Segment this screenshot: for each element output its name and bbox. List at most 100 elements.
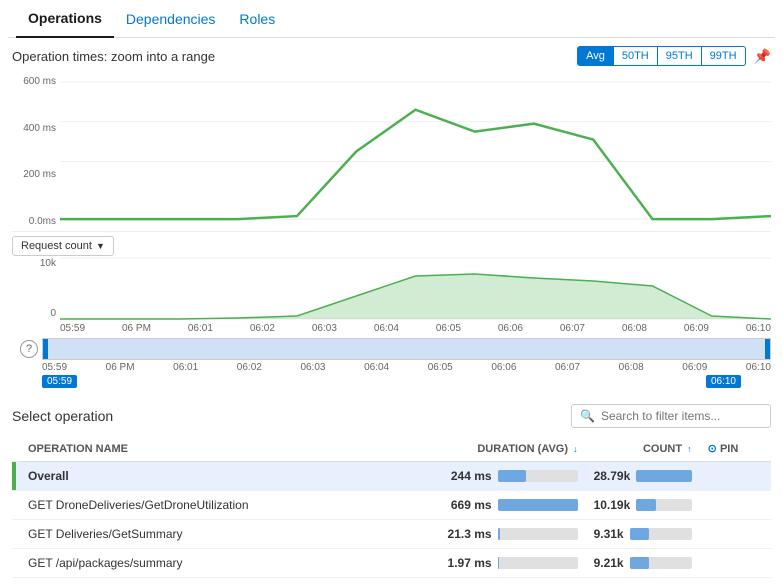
main-chart-container: 600 ms 400 ms 200 ms 0.0ms — [12, 72, 771, 232]
range-time-7: 06:06 — [491, 362, 516, 373]
table-header-row: OPERATION NAME DURATION (AVG) ↓ COUNT ↑ … — [12, 436, 771, 462]
percentile-controls: Avg 50TH 95TH 99TH 📌 — [577, 46, 771, 66]
range-labels-row: 05:59 06:10 — [12, 375, 771, 388]
select-section: Select operation 🔍 OPERATION NAME DURATI… — [0, 392, 783, 584]
row-pin[interactable] — [700, 520, 771, 549]
range-time-8: 06:07 — [555, 362, 580, 373]
time-label-3: 06:02 — [250, 323, 275, 334]
time-label-1: 06 PM — [122, 323, 151, 334]
range-time-0: 05:59 — [42, 362, 67, 373]
row-pin[interactable] — [700, 549, 771, 578]
indicator-col — [12, 436, 20, 462]
row-pin[interactable] — [700, 462, 771, 491]
tab-bar: Operations Dependencies Roles — [8, 0, 775, 38]
sort-count-icon: ↑ — [687, 444, 692, 454]
sort-duration-icon: ↓ — [573, 444, 578, 454]
range-time-3: 06:02 — [237, 362, 262, 373]
time-label-6: 06:05 — [436, 323, 461, 334]
row-count: 9.31k — [586, 520, 700, 549]
row-count: 10.19k — [586, 491, 700, 520]
range-time-4: 06:03 — [300, 362, 325, 373]
range-time-9: 06:08 — [619, 362, 644, 373]
time-label-5: 06:04 — [374, 323, 399, 334]
y-label-600: 600 ms — [12, 76, 60, 87]
table-row[interactable]: GET /api/packages/summary 1.97 ms 9.21k — [12, 549, 771, 578]
time-label-11: 06:10 — [746, 323, 771, 334]
time-label-4: 06:03 — [312, 323, 337, 334]
range-end-label: 06:10 — [706, 375, 741, 388]
percentile-btns: Avg 50TH 95TH 99TH — [577, 46, 745, 66]
time-label-9: 06:08 — [622, 323, 647, 334]
dropdown-label: Request count — [21, 240, 92, 252]
row-duration: 669 ms — [357, 491, 585, 520]
row-count: 9.21k — [586, 549, 700, 578]
chart-area — [60, 72, 771, 231]
range-time-10: 06:09 — [682, 362, 707, 373]
row-name: GET Deliveries/GetSummary — [20, 520, 357, 549]
row-pin[interactable] — [700, 491, 771, 520]
range-time-2: 06:01 — [173, 362, 198, 373]
select-header: Select operation 🔍 — [12, 404, 771, 428]
row-name: GET /api/packages/summary — [20, 549, 357, 578]
row-count: 28.79k — [586, 462, 700, 491]
table-row[interactable]: GET Deliveries/GetSummary 21.3 ms 9.31k — [12, 520, 771, 549]
tab-roles[interactable]: Roles — [227, 1, 287, 37]
dropdown-chevron-icon: ▼ — [96, 241, 105, 251]
col-duration[interactable]: DURATION (AVG) ↓ — [357, 436, 585, 462]
row-indicator-cell — [12, 462, 20, 491]
mini-chart-label-row: Request count ▼ — [12, 232, 771, 256]
search-input[interactable] — [601, 409, 762, 423]
table-row[interactable]: GET DroneDeliveries/GetDroneUtilization … — [12, 491, 771, 520]
pct95-btn[interactable]: 95TH — [658, 46, 702, 66]
pin-icon[interactable]: 📌 — [754, 48, 771, 65]
range-handle-left[interactable] — [43, 339, 48, 359]
tabs-container: Operations Dependencies Roles — [0, 0, 783, 38]
time-label-7: 06:06 — [498, 323, 523, 334]
row-duration: 1.97 ms — [357, 549, 585, 578]
request-count-dropdown[interactable]: Request count ▼ — [12, 236, 114, 256]
row-name: GET DroneDeliveries/GetDroneUtilization — [20, 491, 357, 520]
chart-y-labels: 600 ms 400 ms 200 ms 0.0ms — [12, 72, 60, 231]
mini-y-10k: 10k — [12, 258, 60, 269]
time-label-8: 06:07 — [560, 323, 585, 334]
search-box: 🔍 — [571, 404, 771, 428]
help-icon[interactable]: ? — [20, 340, 38, 358]
chart-section: Operation times: zoom into a range Avg 5… — [0, 38, 783, 388]
pct99-btn[interactable]: 99TH — [702, 46, 746, 66]
range-time-6: 06:05 — [428, 362, 453, 373]
chart-title: Operation times: zoom into a range — [12, 49, 215, 64]
mini-y-0: 0 — [12, 308, 60, 319]
time-label-2: 06:01 — [188, 323, 213, 334]
range-selected — [43, 339, 770, 359]
search-icon: 🔍 — [580, 409, 595, 423]
time-axis: 05:59 06 PM 06:01 06:02 06:03 06:04 06:0… — [12, 321, 771, 336]
range-handle-right[interactable] — [765, 339, 770, 359]
col-pin[interactable]: ⊙ PIN — [700, 436, 771, 462]
row-duration: 21.3 ms — [357, 520, 585, 549]
mini-y-labels: 10k 0 — [12, 256, 60, 321]
avg-btn[interactable]: Avg — [577, 46, 614, 66]
select-title: Select operation — [12, 408, 113, 424]
time-label-0: 05:59 — [60, 323, 85, 334]
chart-header: Operation times: zoom into a range Avg 5… — [12, 46, 771, 66]
operations-table: OPERATION NAME DURATION (AVG) ↓ COUNT ↑ … — [12, 436, 771, 578]
tab-operations[interactable]: Operations — [16, 0, 114, 38]
pct50-btn[interactable]: 50TH — [614, 46, 658, 66]
mini-chart-area — [60, 256, 771, 321]
time-label-10: 06:09 — [684, 323, 709, 334]
range-time-1: 06 PM — [106, 362, 135, 373]
mini-chart-wrapper: Request count ▼ 10k 0 — [12, 232, 771, 321]
range-time-5: 06:04 — [364, 362, 389, 373]
tab-dependencies[interactable]: Dependencies — [114, 1, 228, 37]
y-label-0: 0.0ms — [12, 216, 60, 227]
range-track-wrapper[interactable] — [42, 338, 771, 360]
col-count[interactable]: COUNT ↑ — [586, 436, 700, 462]
pin-col-icon: ⊙ — [708, 443, 717, 455]
y-label-400: 400 ms — [12, 123, 60, 134]
table-row[interactable]: Overall 244 ms 28.79k — [12, 462, 771, 491]
range-selector-row: ? — [12, 338, 771, 360]
row-indicator-cell — [12, 520, 20, 549]
row-name: Overall — [20, 462, 357, 491]
range-time-axis: 05:59 06 PM 06:01 06:02 06:03 06:04 06:0… — [12, 362, 771, 373]
y-label-200: 200 ms — [12, 169, 60, 180]
